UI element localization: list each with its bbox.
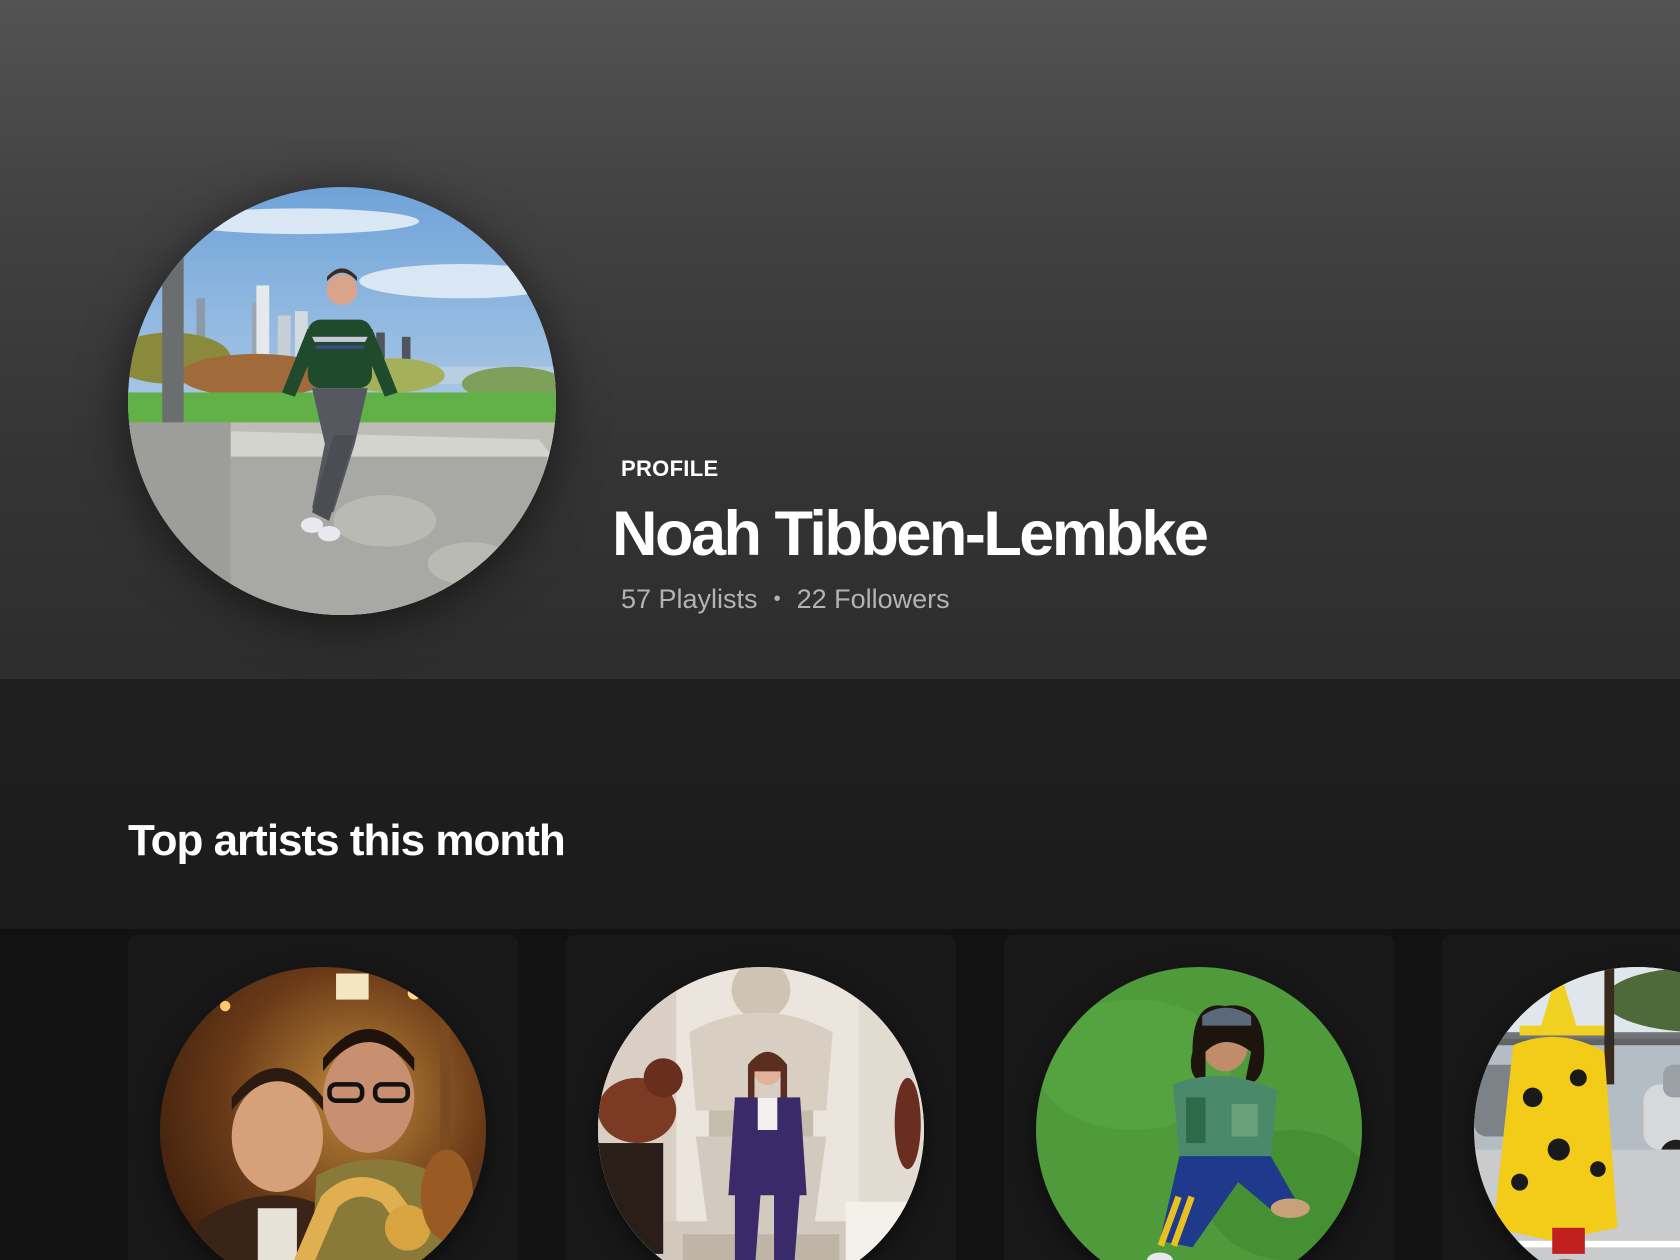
- profile-header: PROFILE Noah Tibben-Lembke 57 Playlists …: [0, 0, 1680, 679]
- profile-name: Noah Tibben-Lembke: [612, 499, 1209, 569]
- app-window: PROFILE Noah Tibben-Lembke 57 Playlists …: [0, 0, 1680, 1260]
- artist-card[interactable]: [128, 935, 518, 1260]
- section-title[interactable]: Top artists this month: [128, 816, 566, 866]
- artist-card[interactable]: [1442, 935, 1680, 1260]
- top-artists-section: Top artists this month: [0, 679, 1680, 1260]
- profile-avatar[interactable]: [128, 187, 556, 615]
- profile-photo-icon: [128, 187, 556, 615]
- artist-photo-icon: [1036, 967, 1362, 1260]
- stats-separator: •: [773, 588, 781, 610]
- artist-photo-icon: [598, 967, 924, 1260]
- artist-photo-icon: [1474, 967, 1680, 1260]
- playlists-count-link[interactable]: 57 Playlists: [621, 584, 758, 615]
- artist-card[interactable]: [566, 935, 956, 1260]
- artist-card[interactable]: [1004, 935, 1394, 1260]
- artist-image: [1474, 967, 1680, 1260]
- artist-photo-icon: [160, 967, 486, 1260]
- followers-count-link[interactable]: 22 Followers: [797, 584, 950, 615]
- profile-type-label: PROFILE: [621, 456, 719, 481]
- artist-image: [160, 967, 486, 1260]
- artist-image: [598, 967, 924, 1260]
- artist-image: [1036, 967, 1362, 1260]
- profile-stats: 57 Playlists • 22 Followers: [621, 584, 950, 615]
- artist-cards-row: [0, 929, 1680, 1260]
